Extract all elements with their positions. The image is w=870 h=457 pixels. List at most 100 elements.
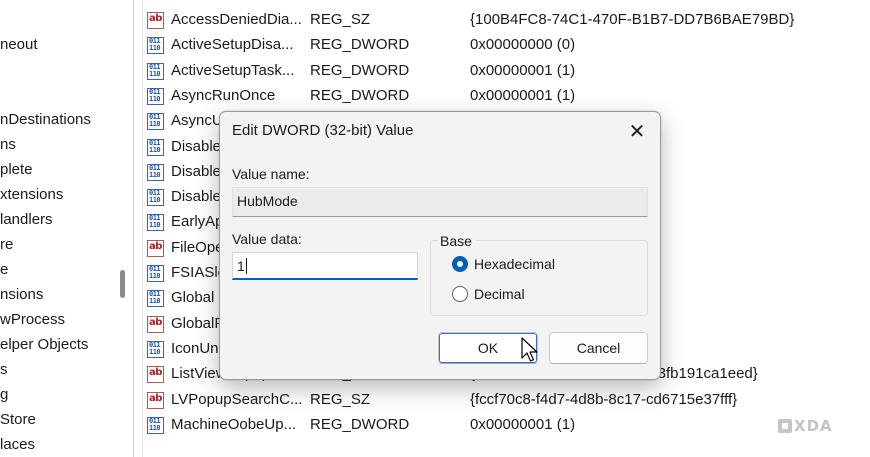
value-data-input[interactable]: 1 (232, 252, 418, 280)
value-name: AsyncRunOnce (171, 86, 276, 104)
dword-value-icon: 011 110 (147, 138, 164, 156)
icon-glyph: 011 110 (149, 214, 161, 230)
value-row[interactable]: ab AccessDeniedDia... REG_SZ {100B4FC8-74C1… (143, 9, 870, 33)
text-caret (245, 258, 247, 274)
value-data-text: 1 (237, 258, 245, 274)
value-row[interactable]: 011 110 MachineOobeUp... REG_DWORD 0x000000… (143, 414, 870, 438)
tree-item[interactable]: re (0, 235, 13, 255)
icon-glyph: 011 110 (149, 290, 161, 306)
base-label: Base (438, 233, 476, 249)
tree-item[interactable]: e (0, 260, 8, 280)
string-value-icon: ab (147, 366, 164, 384)
value-name-label: Value name: (232, 166, 310, 182)
dword-value-icon: 011 110 (147, 37, 164, 55)
tree-item[interactable]: s (0, 360, 8, 380)
tree-item[interactable]: g (0, 385, 8, 405)
value-name: AccessDeniedDia... (171, 11, 302, 28)
tree-item[interactable]: nsions (0, 285, 43, 305)
value-name: EarlyAp (171, 213, 224, 231)
dword-value-icon: 011 110 (147, 340, 164, 358)
value-row[interactable]: 011 110 ActiveSetupDisa... REG_DWORD 0x0000… (143, 34, 870, 58)
icon-glyph: 011 110 (149, 189, 161, 205)
watermark-text: XDA (794, 417, 833, 435)
value-name: MachineOobeUp... (171, 415, 297, 433)
icon-glyph: 011 110 (149, 163, 161, 179)
value-name: Disable (171, 188, 222, 206)
icon-glyph: 011 110 (149, 87, 161, 103)
value-data-label: Value data: (232, 231, 302, 247)
cancel-button[interactable]: Cancel (549, 332, 648, 364)
icon-glyph: ab (149, 13, 162, 24)
value-name: LVPopupSearchC... (171, 390, 303, 408)
icon-glyph: 011 110 (149, 37, 161, 53)
value-type: REG_SZ (310, 11, 371, 28)
tree-scrollbar-thumb[interactable] (120, 270, 125, 298)
xda-logo-icon (778, 419, 792, 433)
value-data: 0x00000001 (1) (470, 86, 576, 104)
icon-glyph: 011 110 (149, 416, 161, 432)
value-name: GlobalF (171, 314, 224, 332)
tree-item[interactable]: plete (0, 160, 33, 180)
value-name: Disable (171, 137, 222, 155)
value-name: IconUn (171, 339, 219, 357)
value-type: REG_DWORD (310, 86, 410, 104)
tree-item[interactable]: laces (0, 435, 35, 455)
pane-splitter[interactable] (133, 0, 134, 457)
value-type: REG_SZ (310, 390, 371, 408)
icon-glyph: 011 110 (149, 265, 161, 280)
dialog-title: Edit DWORD (32-bit) Value (232, 122, 414, 139)
tree-item[interactable]: landlers (0, 210, 53, 230)
dword-value-icon: 011 110 (147, 62, 164, 80)
mouse-pointer-icon (521, 337, 538, 362)
value-type: REG_DWORD (310, 415, 410, 433)
icon-glyph: 011 110 (149, 340, 161, 356)
dword-value-icon: 011 110 (147, 265, 164, 282)
string-value-icon: ab (147, 12, 164, 29)
value-data: {fccf70c8-f4d7-4d8b-8c17-cd6715e37fff} (470, 390, 738, 408)
icon-glyph: ab (149, 316, 162, 328)
decimal-radio[interactable] (452, 286, 468, 302)
tree-item[interactable]: neout (0, 35, 38, 55)
base-group-box (430, 240, 648, 316)
dword-value-icon: 011 110 (147, 163, 164, 181)
icon-glyph: 011 110 (149, 113, 161, 129)
hexadecimal-label[interactable]: Hexadecimal (474, 256, 555, 272)
key-tree-pane: neout nDestinations ns plete xtensions l… (0, 0, 128, 457)
dword-value-icon: 011 110 (147, 214, 164, 232)
tree-item[interactable]: xtensions (0, 185, 63, 205)
value-name: Global (171, 289, 215, 307)
tree-item[interactable]: elper Objects (0, 335, 88, 355)
tree-item[interactable]: nDestinations (0, 110, 91, 130)
value-data: 0x00000001 (1) (470, 415, 576, 433)
value-type: REG_DWORD (310, 61, 410, 79)
dword-value-icon: 011 110 (147, 189, 164, 207)
hexadecimal-radio[interactable] (452, 256, 468, 272)
value-type: REG_DWORD (310, 36, 410, 54)
string-value-icon: ab (147, 315, 164, 333)
tree-item[interactable]: Store (0, 410, 36, 430)
icon-glyph: ab (149, 367, 162, 379)
edit-dword-dialog: Edit DWORD (32-bit) Value ✕ Value name: … (219, 111, 661, 380)
close-icon[interactable]: ✕ (620, 116, 654, 146)
string-value-icon: ab (147, 239, 164, 257)
value-name: FileOpe (171, 238, 224, 256)
xda-watermark: XDA (778, 417, 833, 435)
value-name: AsyncU (171, 112, 223, 130)
value-name-field[interactable]: HubMode (232, 187, 648, 217)
tree-item[interactable]: wProcess (0, 310, 65, 330)
value-row[interactable]: 011 110 ActiveSetupTask... REG_DWORD 0x0000… (143, 60, 870, 84)
icon-glyph: 011 110 (149, 62, 161, 78)
value-name: FSIASle (171, 264, 227, 281)
icon-glyph: ab (149, 240, 162, 252)
icon-glyph: 011 110 (149, 138, 161, 154)
value-name: Disable (171, 162, 222, 180)
icon-glyph: ab (149, 392, 162, 404)
value-row[interactable]: 011 110 AsyncRunOnce REG_DWORD 0x00000001 (… (143, 85, 870, 109)
dword-value-icon: 011 110 (147, 290, 164, 308)
value-row[interactable]: ab LVPopupSearchC... REG_SZ {fccf70c8-f4d7-… (143, 389, 870, 413)
tree-item[interactable]: ns (0, 135, 16, 155)
value-data: {100B4FC8-74C1-470F-B1B7-DD7B6BAE79BD} (470, 11, 795, 28)
value-data: 0x00000001 (1) (470, 61, 576, 79)
dword-value-icon: 011 110 (147, 416, 164, 434)
decimal-label[interactable]: Decimal (474, 286, 525, 302)
